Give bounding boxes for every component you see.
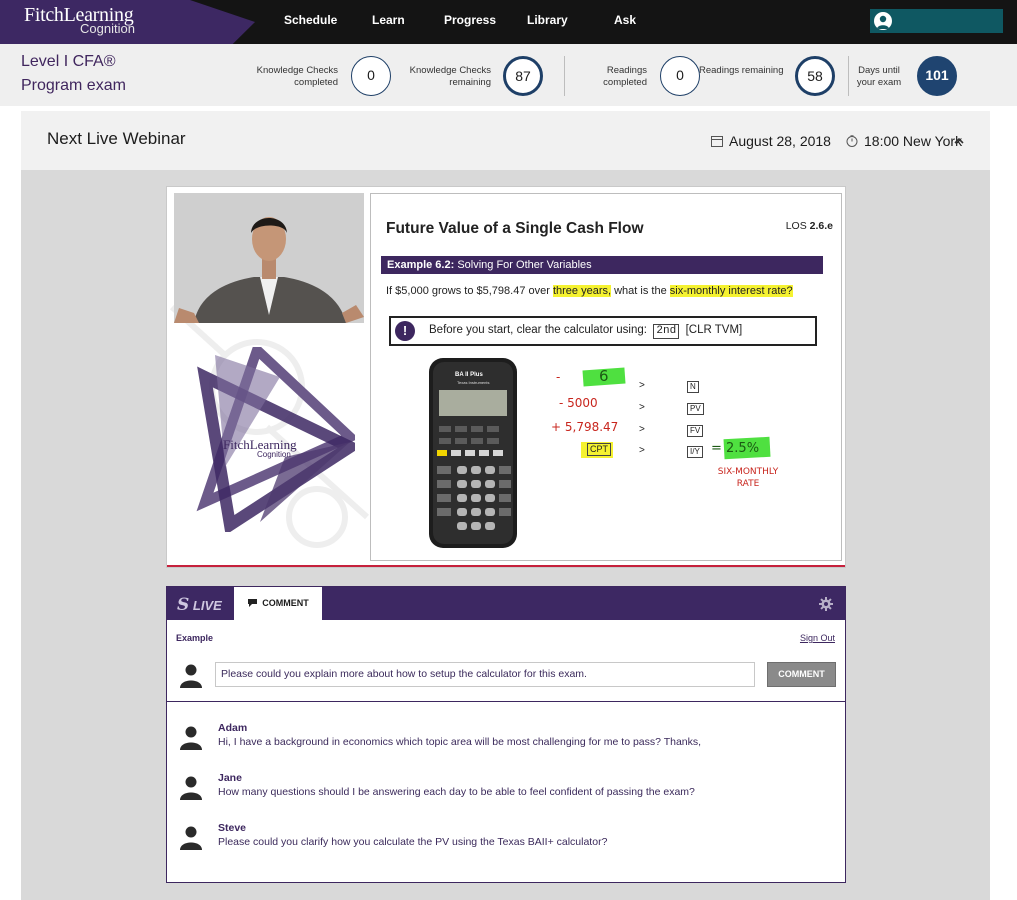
stat-label-kc-remaining: Knowledge Checks remaining [409,65,491,88]
handwritten-minus: - [556,370,561,384]
key-fv: FV [687,425,704,437]
handwritten-result: = 2.5% [711,441,760,456]
clock-icon [846,135,858,147]
webinar-title: Next Live Webinar [47,129,186,148]
slide-los: LOS 2.6.e [785,220,833,232]
webinar-header[interactable]: Next Live Webinar August 28, 2018 18:00 … [21,111,990,170]
nav-progress[interactable]: Progress [444,13,496,27]
key-pv: PV [687,403,704,415]
submit-comment-button[interactable]: COMMENT [767,662,836,687]
comment-text: How many questions should I be answering… [218,786,695,798]
comment-text: Hi, I have a background in economics whi… [218,736,702,748]
handwritten-note: SIX-MONTHLY RATE [717,467,779,489]
user-avatar-icon [180,726,202,750]
calendar-icon [711,136,723,147]
stat-divider [848,56,849,96]
video-progress-line [167,565,845,567]
settings-gear-icon[interactable] [819,597,833,611]
comment-input[interactable]: Please could you explain more about how … [215,662,755,687]
stat-kc-completed: 0 [351,56,391,96]
sign-out-link[interactable]: Sign Out [800,633,835,643]
stat-readings-remaining: 58 [795,56,835,96]
brand-logo-sub: Cognition [80,21,135,36]
arrow: > [639,380,645,391]
key-iy: I/Y [687,446,703,458]
warning-icon: ! [395,321,415,341]
user-avatar-icon [180,776,202,800]
user-icon [874,12,892,30]
stat-label-kc-completed: Knowledge Checks completed [256,65,338,88]
nav-ask[interactable]: Ask [614,13,636,27]
arrow: > [639,445,645,456]
comment-context-label: Example [176,633,214,643]
stat-readings-completed: 0 [660,56,700,96]
calculator-brand: BA II Plus [455,372,483,378]
speech-bubble-icon [248,599,258,607]
presenter-camera [174,193,364,323]
nav-library[interactable]: Library [527,13,568,27]
webinar-time: 18:00 New York [846,133,962,149]
stat-label-days-until: Days until your exam [856,65,902,88]
handwritten-cpt: CPT [587,443,611,456]
arrow: > [639,424,645,435]
stat-kc-remaining: 87 [503,56,543,96]
comment-text: Please could you clarify how you calcula… [218,836,608,848]
callout-text: Before you start, clear the calculator u… [429,324,743,339]
divider [167,701,845,702]
handwritten-fv-value: + 5,798.47 [551,420,619,434]
stat-divider [564,56,565,96]
stat-label-readings-completed: Readings completed [603,65,647,88]
handwritten-n-value: 6 [599,367,609,385]
comment-widget-header: S LIVE COMMENT [167,587,845,620]
arrow: > [639,402,645,413]
user-avatar-icon [180,664,202,688]
slide-question: If $5,000 grows to $5,798.47 over three … [386,285,793,297]
account-menu[interactable] [870,9,1003,33]
handwritten-pv-value: - 5000 [559,396,598,410]
user-avatar-icon [180,826,202,850]
comment-author: Jane [218,772,242,784]
exam-title: Level I CFA® Program exam [21,53,126,94]
key-n: N [687,381,699,393]
webinar-video-player[interactable]: FitchLearning Cognition Future Value of … [166,186,846,568]
progress-stats-bar: Level I CFA® Program exam Knowledge Chec… [0,44,1017,106]
stat-label-readings-remaining: Readings remaining [699,65,784,76]
slide-callout: ! Before you start, clear the calculator… [389,316,817,346]
slide-example-bar: Example 6.2: Solving For Other Variables [381,256,823,274]
fitch-logo-sub: Cognition [257,450,291,459]
slide-title: Future Value of a Single Cash Flow [386,220,644,237]
nav-schedule[interactable]: Schedule [284,13,337,27]
nav-learn[interactable]: Learn [372,13,405,27]
webinar-date: August 28, 2018 [711,133,831,149]
comment-author: Adam [218,722,248,734]
tab-live[interactable]: S LIVE [177,595,222,615]
chevron-up-icon[interactable] [954,137,964,145]
comment-author: Steve [218,822,247,834]
stat-days-until-exam: 101 [917,56,957,96]
presentation-slide: Future Value of a Single Cash Flow LOS 2… [370,193,842,561]
comment-widget: S LIVE COMMENT Example Sign Out Please c… [166,586,846,883]
calculator-maker: Texas Instruments [457,380,490,385]
tab-comment[interactable]: COMMENT [234,587,322,620]
